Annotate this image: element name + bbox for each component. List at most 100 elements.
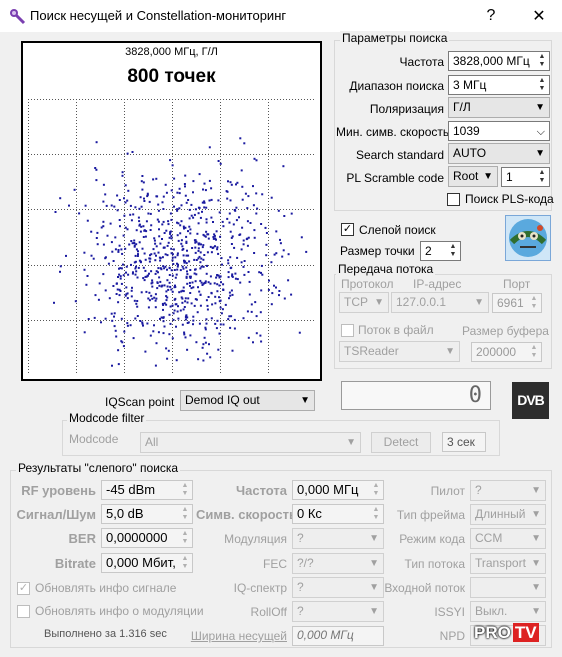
constellation-point bbox=[132, 337, 135, 340]
constellation-point bbox=[240, 261, 243, 264]
iq-spectrum-select[interactable]: ? ▼ bbox=[292, 577, 384, 598]
input-stream-select[interactable]: ▼ bbox=[470, 577, 546, 598]
constellation-point bbox=[253, 157, 256, 160]
buffer-size-spinbox[interactable]: 200000 ▲ ▼ bbox=[471, 342, 542, 362]
constellation-point bbox=[210, 187, 213, 190]
constellation-point bbox=[144, 350, 147, 353]
constellation-point bbox=[210, 216, 213, 219]
carrier-width-label[interactable]: Ширина несущей bbox=[190, 629, 287, 643]
constellation-point bbox=[136, 255, 139, 257]
constellation-point bbox=[127, 273, 130, 276]
fec-label: FEC bbox=[263, 557, 287, 571]
result-frequency-value: 0,000 МГц bbox=[297, 482, 359, 497]
constellation-point bbox=[185, 266, 188, 269]
blind-search-checkbox[interactable]: ✓ bbox=[341, 223, 354, 236]
modulation-select[interactable]: ? ▼ bbox=[292, 528, 384, 549]
constellation-point bbox=[97, 298, 100, 301]
constellation-canvas bbox=[28, 99, 316, 375]
constellation-point bbox=[170, 288, 173, 291]
issyi-select[interactable]: Выкл. ▼ bbox=[470, 601, 546, 622]
constellation-point bbox=[148, 200, 151, 203]
min-symbol-rate-value: 1039 bbox=[453, 124, 480, 138]
constellation-point bbox=[229, 256, 232, 259]
stream-to-file-checkbox[interactable] bbox=[341, 324, 354, 337]
constellation-point bbox=[194, 246, 197, 249]
ip-select[interactable]: 127.0.0.1 ▼ bbox=[391, 292, 489, 313]
constellation-point bbox=[188, 225, 191, 228]
constellation-point bbox=[200, 281, 203, 284]
stream-type-select[interactable]: Transport ▼ bbox=[470, 553, 546, 574]
constellation-point bbox=[195, 298, 198, 301]
timeout-spinbox[interactable]: 3 сек bbox=[442, 432, 486, 452]
constellation-point bbox=[179, 232, 182, 235]
pl-scramble-select[interactable]: Root ▼ bbox=[448, 166, 498, 187]
constellation-point bbox=[96, 243, 99, 246]
code-mode-select[interactable]: CCM ▼ bbox=[470, 528, 546, 549]
range-spin-icon[interactable]: ▲ ▼ bbox=[536, 77, 548, 94]
pls-search-checkbox[interactable] bbox=[447, 193, 460, 206]
constellation-point bbox=[212, 221, 214, 223]
detect-button[interactable]: Detect bbox=[371, 432, 431, 453]
update-mod-checkbox[interactable] bbox=[17, 605, 30, 618]
iqscan-select[interactable]: Demod IQ out ▼ bbox=[180, 390, 315, 411]
constellation-point bbox=[104, 289, 107, 292]
constellation-point bbox=[120, 248, 123, 251]
protocol-select[interactable]: TCP ▼ bbox=[339, 292, 389, 313]
constellation-point bbox=[193, 258, 196, 261]
constellation-point bbox=[290, 212, 293, 215]
fec-select[interactable]: ?/? ▼ bbox=[292, 553, 384, 574]
point-size-spinbox[interactable]: 2 ▲ ▼ bbox=[420, 241, 461, 261]
frame-type-select[interactable]: Длинный ▼ bbox=[470, 504, 546, 525]
constellation-point bbox=[268, 279, 270, 282]
constellation-point bbox=[96, 231, 99, 234]
min-symbol-rate-combo[interactable]: 1039 ⌵ bbox=[448, 121, 550, 141]
constellation-point bbox=[216, 290, 219, 293]
port-spin-icon[interactable]: ▲ ▼ bbox=[528, 295, 540, 312]
update-signal-checkbox[interactable]: ✓ bbox=[17, 582, 30, 595]
constellation-point bbox=[192, 315, 195, 318]
constellation-point bbox=[154, 242, 157, 245]
chevron-down-icon: ▼ bbox=[369, 533, 379, 544]
constellation-point bbox=[166, 296, 169, 299]
constellation-point bbox=[117, 250, 120, 253]
reader-select[interactable]: TSReader ▼ bbox=[339, 341, 460, 362]
frequency-spin-icon[interactable]: ▲ ▼ bbox=[536, 53, 548, 70]
pilot-select[interactable]: ? ▼ bbox=[470, 480, 546, 501]
close-button[interactable]: ✕ bbox=[516, 0, 562, 32]
constellation-point bbox=[227, 180, 229, 183]
constellation-point bbox=[259, 311, 262, 314]
polarization-select[interactable]: Г/Л ▼ bbox=[448, 97, 550, 118]
constellation-point bbox=[204, 326, 207, 329]
frequency-spinbox[interactable]: 3828,000 МГц ▲ ▼ bbox=[448, 51, 550, 71]
constellation-point bbox=[157, 220, 160, 223]
pl-spin-icon[interactable]: ▲ ▼ bbox=[536, 169, 548, 186]
search-standard-select[interactable]: AUTO ▼ bbox=[448, 143, 550, 164]
constellation-point bbox=[252, 204, 255, 207]
constellation-point bbox=[243, 273, 246, 276]
app-logo-image[interactable] bbox=[505, 215, 551, 261]
range-spinbox[interactable]: 3 МГц ▲ ▼ bbox=[448, 75, 550, 95]
rolloff-select[interactable]: ? ▼ bbox=[292, 601, 384, 622]
constellation-point bbox=[85, 283, 88, 286]
constellation-point bbox=[142, 181, 145, 184]
constellation-point bbox=[204, 189, 207, 192]
constellation-point bbox=[131, 286, 133, 289]
constellation-point bbox=[235, 206, 238, 209]
code-mode-value: CCM bbox=[475, 531, 503, 545]
constellation-point bbox=[183, 333, 186, 336]
constellation-point bbox=[142, 236, 145, 238]
buffer-spin-icon[interactable]: ▲ ▼ bbox=[528, 344, 540, 361]
port-spinbox[interactable]: 6961 ▲ ▼ bbox=[492, 293, 542, 313]
constellation-point bbox=[203, 200, 206, 203]
constellation-point bbox=[135, 265, 137, 268]
constellation-point bbox=[207, 237, 210, 240]
constellation-point bbox=[145, 220, 148, 223]
help-button[interactable]: ? bbox=[468, 0, 514, 32]
rf-level-value: -45 dBm bbox=[106, 482, 156, 497]
constellation-point bbox=[215, 327, 218, 330]
pl-scramble-spinbox[interactable]: 1 ▲ ▼ bbox=[501, 167, 550, 187]
constellation-point bbox=[165, 303, 168, 306]
constellation-point bbox=[136, 300, 139, 302]
point-size-spin-icon[interactable]: ▲ ▼ bbox=[447, 243, 459, 260]
modcode-select[interactable]: All ▼ bbox=[140, 432, 361, 453]
